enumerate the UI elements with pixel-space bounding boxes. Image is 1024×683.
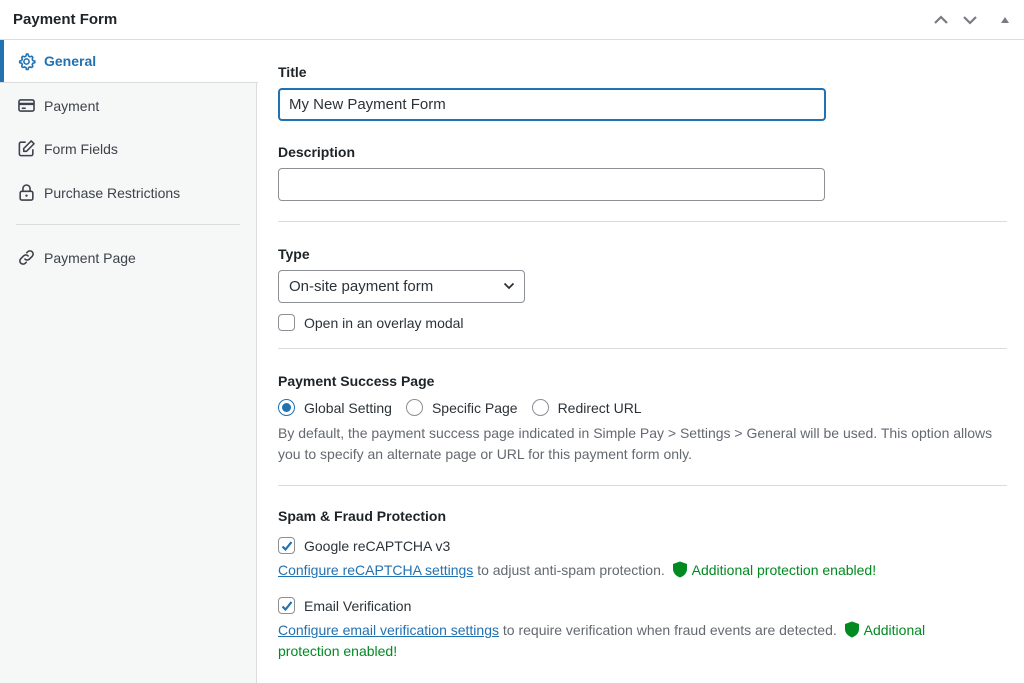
recaptcha-help-text: to adjust anti-spam protection.: [473, 562, 665, 578]
section-divider: [278, 221, 1007, 222]
section-divider: [278, 485, 1007, 486]
payment-success-help: By default, the payment success page ind…: [278, 425, 993, 462]
sidebar-item-label: Form Fields: [44, 140, 118, 157]
move-up-button[interactable]: [931, 10, 951, 30]
email-verification-help-text: to require verification when fraud event…: [499, 622, 837, 638]
email-verification-checkbox-row[interactable]: Email Verification: [278, 597, 411, 614]
type-label: Type: [278, 246, 310, 262]
sidebar-item-label: Payment Page: [44, 249, 136, 266]
general-settings-panel: Title Description Type On-site payment f…: [258, 40, 1024, 683]
radio-button[interactable]: [405, 399, 423, 416]
chevron-up-icon: [934, 15, 948, 24]
sidebar-item-purchase-restrictions[interactable]: Purchase Restrictions: [0, 171, 257, 214]
radio-label: Specific Page: [431, 399, 518, 416]
sidebar-item-label: General: [44, 53, 97, 69]
payment-success-radio-group: Global Setting Specific Page Redirect UR…: [278, 399, 656, 416]
sidebar: General Payment Form Fields Purchase Res…: [0, 40, 258, 683]
recaptcha-label: Google reCAPTCHA v3: [304, 537, 451, 554]
sidebar-item-payment-page[interactable]: Payment Page: [0, 236, 257, 279]
sidebar-item-label: Purchase Restrictions: [44, 184, 181, 201]
radio-button[interactable]: [531, 399, 549, 416]
panel-title: Payment Form: [13, 11, 118, 28]
type-select[interactable]: On-site payment form: [278, 270, 525, 303]
shield-icon: [672, 561, 687, 578]
email-verification-label: Email Verification: [304, 597, 412, 614]
triangle-up-icon: [1001, 17, 1009, 23]
gear-icon: [16, 51, 36, 71]
shield-icon: [844, 621, 859, 638]
title-label: Title: [278, 64, 307, 80]
overlay-modal-label: Open in an overlay modal: [304, 314, 464, 331]
description-label: Description: [278, 144, 356, 160]
payment-success-label: Payment Success Page: [278, 373, 435, 389]
radio-button[interactable]: [278, 399, 295, 416]
chevron-down-icon: [503, 282, 515, 290]
section-divider: [278, 348, 1007, 349]
spam-fraud-label: Spam & Fraud Protection: [278, 508, 447, 524]
checkmark-icon: [281, 601, 293, 612]
radio-specific-page[interactable]: Specific Page: [405, 399, 518, 416]
credit-card-icon: [16, 96, 36, 116]
configure-recaptcha-link[interactable]: Configure reCAPTCHA settings: [278, 562, 473, 578]
move-down-button[interactable]: [960, 10, 980, 30]
toggle-panel-button[interactable]: [995, 10, 1015, 30]
type-select-value: On-site payment form: [289, 278, 434, 295]
checkmark-icon: [281, 541, 293, 552]
sidebar-item-payment[interactable]: Payment: [0, 84, 257, 127]
recaptcha-checkbox[interactable]: [278, 537, 295, 554]
sidebar-item-label: Payment: [44, 97, 100, 114]
description-input[interactable]: [278, 168, 825, 201]
overlay-modal-checkbox[interactable]: [278, 314, 295, 331]
sidebar-item-general[interactable]: General: [0, 40, 258, 83]
chevron-down-icon: [963, 16, 977, 25]
radio-global-setting[interactable]: Global Setting: [278, 399, 392, 416]
lock-icon: [16, 183, 36, 203]
email-verification-checkbox[interactable]: [278, 597, 295, 614]
radio-label: Redirect URL: [557, 399, 642, 416]
overlay-modal-checkbox-row[interactable]: Open in an overlay modal: [278, 314, 464, 331]
radio-redirect-url[interactable]: Redirect URL: [531, 399, 642, 416]
sidebar-divider: [16, 224, 240, 225]
link-icon: [16, 248, 36, 268]
title-input[interactable]: [278, 88, 826, 121]
sidebar-item-form-fields[interactable]: Form Fields: [0, 127, 257, 170]
recaptcha-checkbox-row[interactable]: Google reCAPTCHA v3: [278, 537, 450, 554]
edit-icon: [16, 139, 36, 159]
recaptcha-status: Additional protection enabled!: [691, 562, 877, 578]
panel-header: Payment Form: [0, 0, 1024, 40]
recaptcha-help: Configure reCAPTCHA settings to adjust a…: [278, 560, 1008, 581]
configure-email-verification-link[interactable]: Configure email verification settings: [278, 622, 499, 638]
radio-label: Global Setting: [304, 399, 392, 416]
email-verification-help: Configure email verification settings to…: [278, 620, 988, 662]
